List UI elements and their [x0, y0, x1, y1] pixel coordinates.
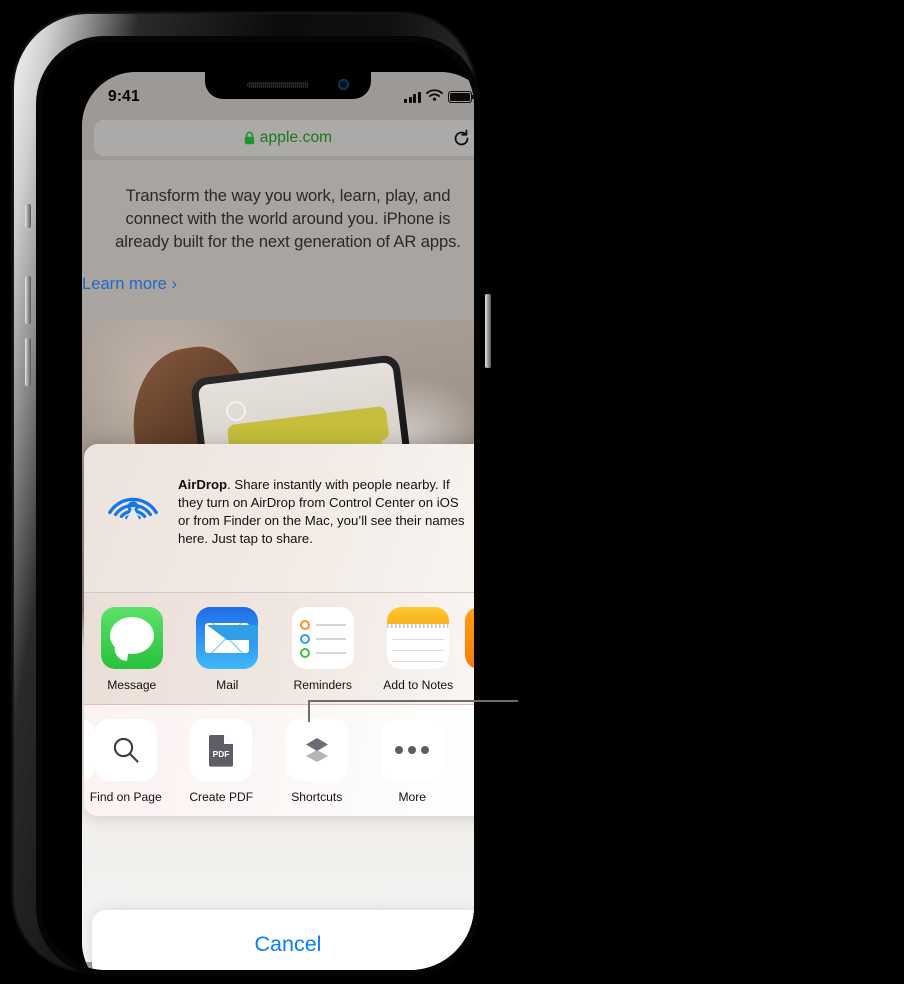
action-label: Create PDF	[189, 790, 254, 804]
volume-up-button[interactable]	[25, 276, 31, 324]
share-target-mail[interactable]: Mail	[180, 607, 276, 692]
svg-text:PDF: PDF	[213, 749, 230, 759]
cancel-button[interactable]: Cancel	[92, 910, 474, 970]
iphone-screen: Transform the way you work, learn, play,…	[82, 72, 474, 970]
share-sheet: AirDrop. Share instantly with people nea…	[84, 444, 474, 816]
share-target-label: Add to Notes	[383, 678, 454, 692]
airdrop-title: AirDrop	[178, 477, 228, 492]
share-target-label: Reminders	[293, 678, 352, 692]
side-power-button[interactable]	[485, 294, 491, 368]
share-target-add-to-notes[interactable]: Add to Notes	[371, 607, 467, 692]
action-label: Shortcuts	[291, 790, 343, 804]
share-target-reminders[interactable]: Reminders	[275, 607, 371, 692]
airdrop-icon	[104, 470, 162, 533]
mail-icon	[196, 607, 259, 669]
action-label: More	[398, 790, 427, 804]
action-create-pdf[interactable]: PDF Create PDF	[174, 719, 270, 804]
share-target-partial[interactable]: S	[465, 607, 474, 692]
iphone-device-frame: Transform the way you work, learn, play,…	[14, 14, 491, 976]
files-icon	[465, 607, 474, 669]
action-more[interactable]: More	[365, 719, 461, 804]
ellipsis-icon	[381, 719, 444, 781]
reminders-icon	[291, 607, 354, 669]
messages-icon	[100, 607, 163, 669]
pdf-document-icon: PDF	[190, 719, 253, 781]
share-target-label: Message	[107, 678, 157, 692]
share-target-label: Mail	[216, 678, 239, 692]
share-target-message[interactable]: Message	[84, 607, 180, 692]
action-find-on-page[interactable]: Find on Page	[84, 719, 174, 804]
share-targets-row[interactable]: Message Mail Reminders Add to Notes	[84, 593, 474, 704]
device-screen-bezel: Transform the way you work, learn, play,…	[42, 42, 474, 970]
screenshot-canvas: Transform the way you work, learn, play,…	[0, 0, 904, 984]
airdrop-description: AirDrop. Share instantly with people nea…	[178, 470, 474, 548]
action-label: Find on Page	[89, 790, 162, 804]
action-shortcuts[interactable]: Shortcuts	[269, 719, 365, 804]
partial-icon	[84, 719, 95, 781]
share-actions-row[interactable]: te Find on Page	[84, 705, 474, 816]
silent-switch[interactable]	[25, 204, 31, 228]
notes-icon	[387, 607, 450, 669]
callout-line-vertical	[308, 700, 310, 722]
volume-down-button[interactable]	[25, 338, 31, 386]
callout-line-horizontal	[308, 700, 518, 702]
airdrop-section[interactable]: AirDrop. Share instantly with people nea…	[84, 444, 474, 592]
magnifier-icon	[94, 719, 157, 781]
shortcuts-icon	[285, 719, 348, 781]
